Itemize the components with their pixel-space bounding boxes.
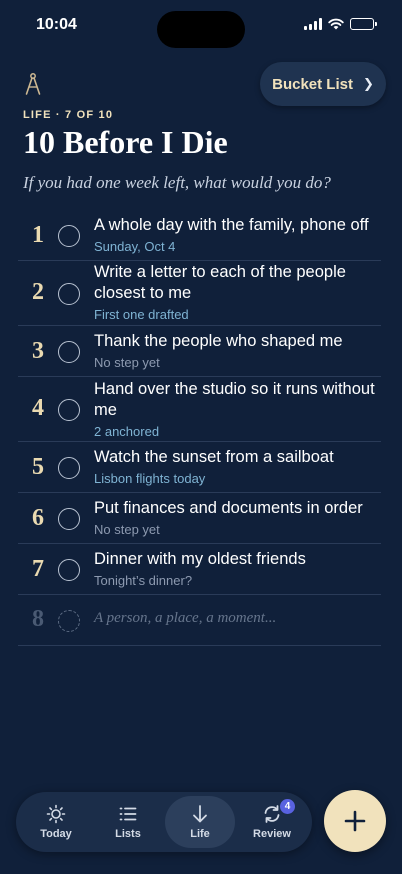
item-status: Sunday, Oct 4 <box>94 239 176 254</box>
item-title: Write a letter to each of the people clo… <box>94 263 346 302</box>
sun-icon <box>46 804 66 824</box>
item-checkbox[interactable] <box>58 457 80 479</box>
item-status: No step yet <box>94 522 160 537</box>
item-checkbox[interactable] <box>58 225 80 247</box>
item-checkbox[interactable] <box>58 559 80 581</box>
item-number: 1 <box>32 222 44 248</box>
list-icon <box>119 807 137 821</box>
item-title: Hand over the studio so it runs without … <box>94 380 375 419</box>
section-eyebrow: LIFE · 7 OF 10 <box>23 109 114 121</box>
item-status: No step yet <box>94 355 160 370</box>
plus-icon <box>344 810 366 832</box>
tab-bar: Today Lists Life Review 4 <box>16 792 312 852</box>
item-status: Tonight’s dinner? <box>94 573 193 588</box>
dynamic-island <box>157 11 245 48</box>
list-item[interactable]: 3 Thank the people who shaped me No step… <box>18 326 381 377</box>
tab-review-label: Review <box>253 828 291 840</box>
list-item[interactable]: 6 Put finances and documents in order No… <box>18 493 381 544</box>
item-number: 5 <box>32 454 44 480</box>
item-title: Watch the sunset from a sailboat <box>94 448 334 466</box>
item-checkbox[interactable] <box>58 399 80 421</box>
list-item[interactable]: 4 Hand over the studio so it runs withou… <box>18 377 381 442</box>
item-status: 2 anchored <box>94 424 160 439</box>
item-status: First one drafted <box>94 307 189 322</box>
new-item-checkbox <box>58 610 80 632</box>
item-number: 7 <box>32 556 44 582</box>
list-item[interactable]: 1 A whole day with the family, phone off… <box>18 209 381 261</box>
item-status: Lisbon flights today <box>94 471 206 486</box>
review-count-badge: 4 <box>279 798 296 815</box>
item-number: 3 <box>32 338 44 364</box>
list-item[interactable]: 2 Write a letter to each of the people c… <box>18 261 381 326</box>
bucket-list-button[interactable]: Bucket List ❯ <box>260 62 386 106</box>
life-list: 1 A whole day with the family, phone off… <box>18 209 381 646</box>
tab-today[interactable]: Today <box>21 796 91 848</box>
wifi-icon <box>328 18 344 30</box>
status-bar: 10:04 <box>0 0 402 50</box>
item-checkbox[interactable] <box>58 508 80 530</box>
item-checkbox[interactable] <box>58 341 80 363</box>
battery-icon <box>350 18 377 30</box>
item-number: 6 <box>32 505 44 531</box>
list-item[interactable]: 5 Watch the sunset from a sailboat Lisbo… <box>18 442 381 493</box>
compass-logo-icon <box>25 73 41 95</box>
item-title: Put finances and documents in order <box>94 499 363 517</box>
tab-lists[interactable]: Lists <box>93 796 163 848</box>
item-title: A whole day with the family, phone off <box>94 216 369 234</box>
page-title: 10 Before I Die <box>23 124 228 160</box>
cellular-signal-icon <box>304 18 322 30</box>
new-item-row[interactable]: 8 A person, a place, a moment... <box>18 595 381 646</box>
new-item-input[interactable]: A person, a place, a moment... <box>94 610 276 627</box>
item-number: 2 <box>32 279 44 305</box>
status-time: 10:04 <box>36 16 77 33</box>
chevron-right-icon: ❯ <box>362 76 374 91</box>
page-subtitle: If you had one week left, what would you… <box>23 173 331 192</box>
status-icons <box>304 17 377 31</box>
tab-today-label: Today <box>40 828 72 840</box>
add-button[interactable] <box>324 790 386 852</box>
item-title: Thank the people who shaped me <box>94 332 343 350</box>
item-title: Dinner with my oldest friends <box>94 550 306 568</box>
arrow-down-icon <box>193 805 207 823</box>
item-checkbox[interactable] <box>58 283 80 305</box>
tab-life-label: Life <box>190 828 210 840</box>
tab-review[interactable]: Review 4 <box>237 796 307 848</box>
new-item-number: 8 <box>32 606 44 632</box>
list-item[interactable]: 7 Dinner with my oldest friends Tonight’… <box>18 544 381 595</box>
tab-lists-label: Lists <box>115 828 141 840</box>
item-number: 4 <box>32 395 44 421</box>
bucket-list-label: Bucket List <box>272 75 353 93</box>
tab-life[interactable]: Life <box>165 796 235 848</box>
